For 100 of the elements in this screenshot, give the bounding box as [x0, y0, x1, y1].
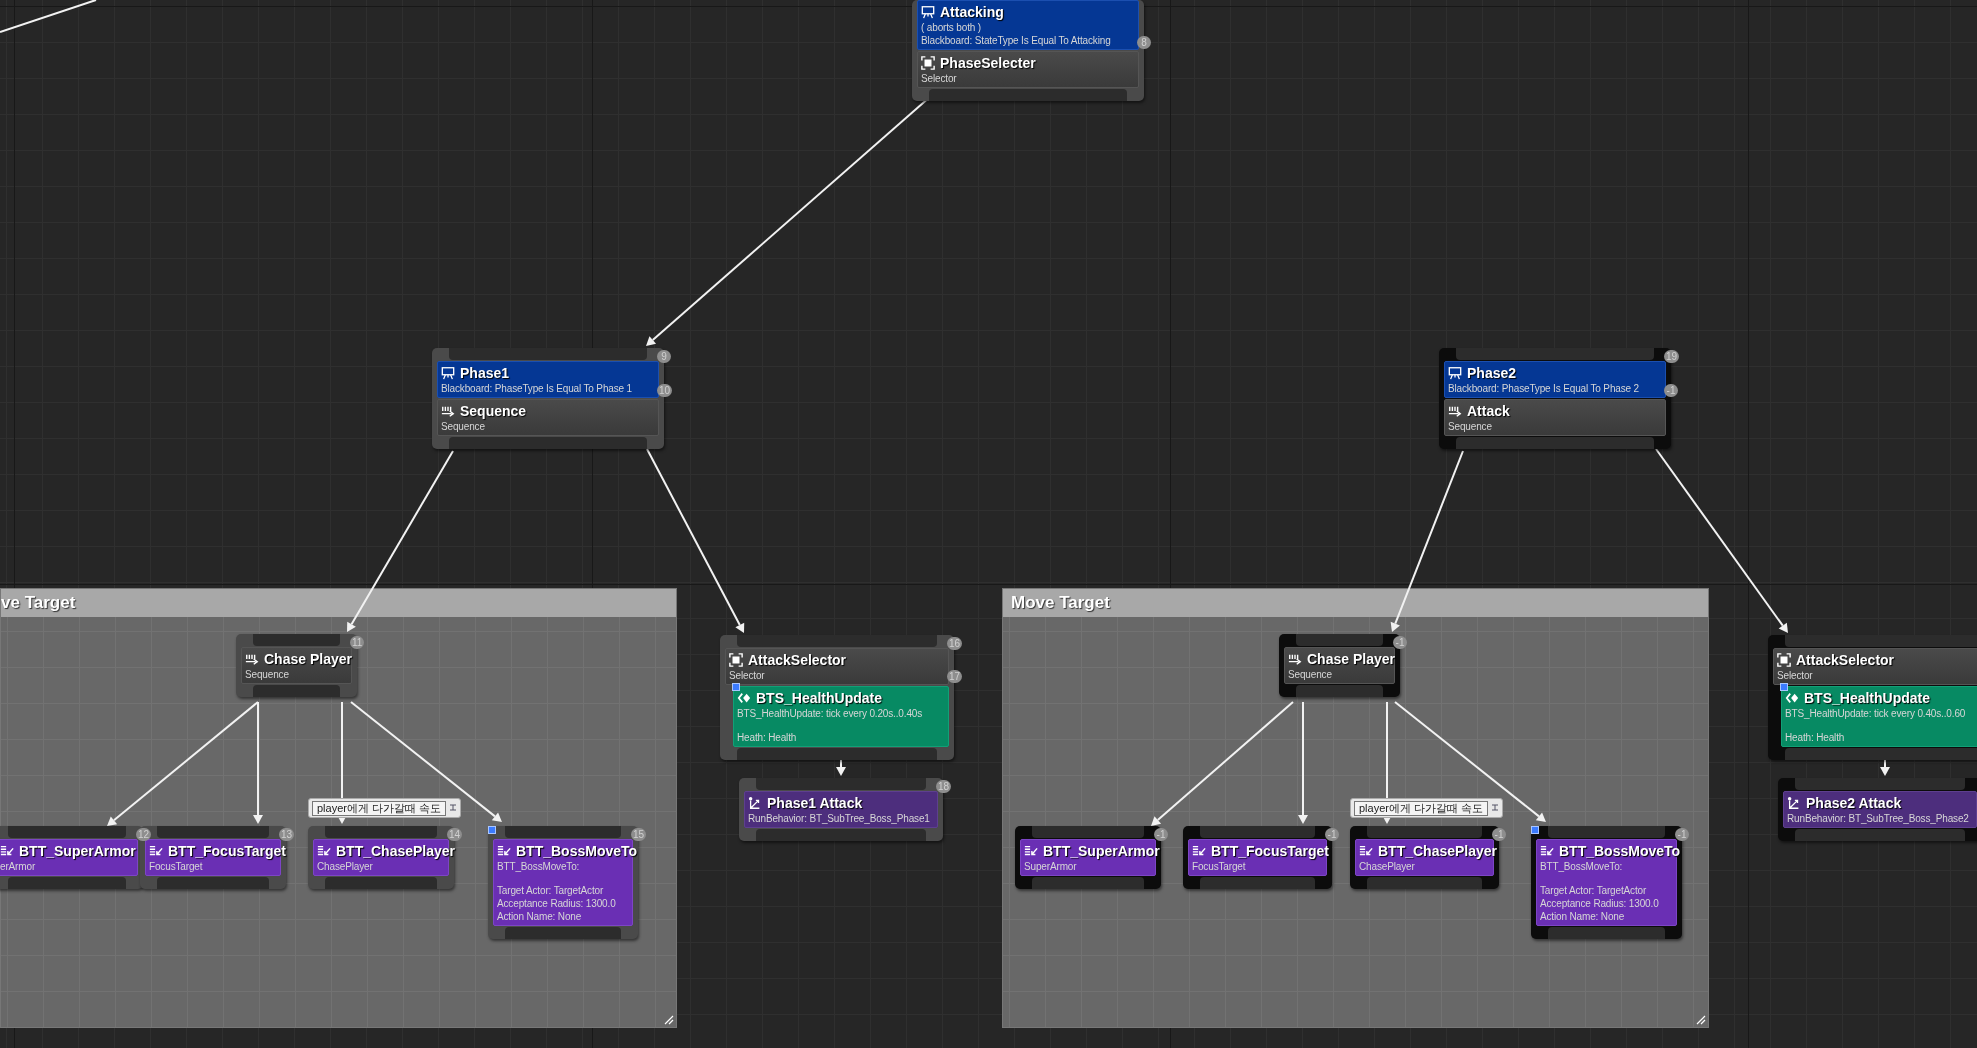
connector-arrow — [836, 759, 846, 776]
node-title: BTT_ChasePlayer — [336, 843, 456, 859]
service-detail: Heath: Health — [1785, 731, 1846, 744]
service-title: BTS_HealthUpdate — [1804, 690, 1931, 706]
easel-icon — [921, 5, 935, 19]
node-detail: erArmor — [0, 860, 37, 873]
task-icon — [1359, 844, 1373, 858]
task-icon — [1540, 844, 1554, 858]
node-title: Chase Player — [264, 651, 352, 667]
node-detail: Acceptance Radius: 1300.0 — [1540, 897, 1660, 910]
node-detail: Target Actor: TargetActor — [497, 884, 605, 897]
node-title: Chase Player — [1307, 651, 1395, 667]
node-detail: Action Name: None — [1540, 910, 1626, 923]
composite-block[interactable]: AttackSelector Selector — [725, 648, 949, 685]
comment-text: player에게 다가갈때 속도 — [312, 800, 447, 816]
task-icon — [149, 844, 163, 858]
service-icon — [1785, 691, 1799, 705]
service-block[interactable]: BTS_HealthUpdate BTS_HealthUpdate: tick every 0.20s..0.40s Heath: Health — [733, 686, 949, 747]
node-title: BTT_SuperArmor — [19, 843, 136, 859]
node-detail: RunBehavior: BT_SubTree_Boss_Phase2 — [1787, 812, 1970, 825]
input-pin[interactable] — [756, 778, 926, 790]
node-detail: BTT_BossMoveTo: — [497, 860, 581, 873]
node-detail: Target Actor: TargetActor — [1540, 884, 1648, 897]
pin-icon — [1491, 804, 1500, 812]
task-icon — [317, 844, 331, 858]
node-detail: RunBehavior: BT_SubTree_Boss_Phase1 — [748, 812, 931, 825]
decorator-detail: Blackboard: PhaseType Is Equal To Phase 2 — [1448, 382, 1640, 395]
decorator-title: Phase1 — [460, 365, 510, 381]
node-detail: FocusTarget — [1192, 860, 1247, 873]
output-pin[interactable] — [157, 877, 269, 889]
selector-icon — [729, 653, 743, 667]
node-type: Selector — [1777, 669, 1814, 682]
comment-title: Move Target — [1011, 593, 1110, 613]
service-title: BTS_HealthUpdate — [756, 690, 883, 706]
node-title: Phase2 Attack — [1806, 795, 1902, 811]
input-pin[interactable] — [253, 634, 340, 646]
node-type: Sequence — [1448, 420, 1493, 433]
input-pin[interactable] — [157, 826, 269, 838]
decorator-detail: ( aborts both ) — [921, 21, 982, 34]
task-icon — [1192, 844, 1206, 858]
node-type: Sequence — [245, 668, 290, 681]
node-detail: SuperArmor — [1024, 860, 1078, 873]
resize-grip-icon — [664, 1015, 674, 1025]
output-pin[interactable] — [8, 877, 126, 889]
input-pin[interactable] — [325, 826, 437, 838]
output-pin[interactable] — [253, 685, 340, 697]
node-detail: BTT_BossMoveTo: — [1540, 860, 1624, 873]
output-pin[interactable] — [505, 927, 621, 939]
node-title: Phase1 Attack — [767, 795, 863, 811]
sequence-icon — [441, 404, 455, 418]
node-detail: Acceptance Radius: 1300.0 — [497, 897, 617, 910]
decorator-title: Phase2 — [1467, 365, 1517, 381]
node-detail: Action Name: None — [497, 910, 583, 923]
output-pin[interactable] — [449, 437, 647, 449]
composite-block[interactable]: PhaseSelecter Selector — [917, 51, 1139, 88]
output-pin[interactable] — [325, 877, 437, 889]
node-type: Selector — [729, 669, 766, 682]
subtree-block[interactable]: Phase1 Attack RunBehavior: BT_SubTree_Boss_Phase1 — [744, 791, 938, 828]
composite-block[interactable]: Sequence Sequence — [437, 399, 659, 436]
selector-icon — [921, 56, 935, 70]
node-type: Sequence — [441, 420, 486, 433]
task-icon — [1024, 844, 1038, 858]
service-detail: Heath: Health — [737, 731, 798, 744]
node-detail: FocusTarget — [149, 860, 204, 873]
node-type: Selector — [921, 72, 958, 85]
decorator-block[interactable]: Phase1 Blackboard: PhaseType Is Equal To Phase 1 — [437, 361, 659, 398]
resize-grip-icon — [1696, 1015, 1706, 1025]
input-pin[interactable] — [449, 348, 647, 360]
sequence-icon — [1288, 652, 1302, 666]
branch-icon — [1787, 796, 1801, 810]
task-icon — [0, 844, 14, 858]
output-pin[interactable] — [756, 829, 926, 841]
service-detail: BTS_HealthUpdate: tick every 0.40s..0.60 — [1785, 707, 1967, 720]
connector-arrow — [1880, 759, 1890, 776]
node-title: AttackSelector — [1796, 652, 1895, 668]
output-pin[interactable] — [737, 748, 937, 760]
decorator-detail: Blackboard: StateType Is Equal To Attacking — [921, 34, 1112, 47]
node-detail: ChasePlayer — [317, 860, 374, 873]
sequence-icon — [245, 652, 259, 666]
input-pin[interactable] — [505, 826, 621, 838]
decorator-detail: Blackboard: PhaseType Is Equal To Phase 1 — [441, 382, 633, 395]
decorator-title: Attacking — [940, 4, 1004, 20]
input-pin[interactable] — [8, 826, 126, 838]
input-pin[interactable] — [737, 635, 937, 647]
comment-title: ve Target — [1, 593, 76, 613]
decorator-block[interactable]: Attacking ( aborts both ) Blackboard: StateType Is Equal To Attacking — [917, 0, 1139, 50]
node-detail: ChasePlayer — [1359, 860, 1416, 873]
selector-icon — [1777, 653, 1791, 667]
node-title: PhaseSelecter — [940, 55, 1036, 71]
service-detail: BTS_HealthUpdate: tick every 0.20s..0.40s — [737, 707, 924, 720]
node-type: Sequence — [1288, 668, 1333, 681]
branch-icon — [748, 796, 762, 810]
sequence-icon — [1448, 404, 1462, 418]
pin-icon — [449, 804, 458, 812]
output-pin[interactable] — [929, 89, 1127, 101]
composite-block[interactable]: Chase Player Sequence — [241, 647, 352, 684]
node-title: BTT_FocusTarget — [168, 843, 286, 859]
node-title: Sequence — [460, 403, 527, 419]
easel-icon — [441, 366, 455, 380]
task-block[interactable]: BTT_SuperArmor erArmor — [0, 839, 138, 876]
